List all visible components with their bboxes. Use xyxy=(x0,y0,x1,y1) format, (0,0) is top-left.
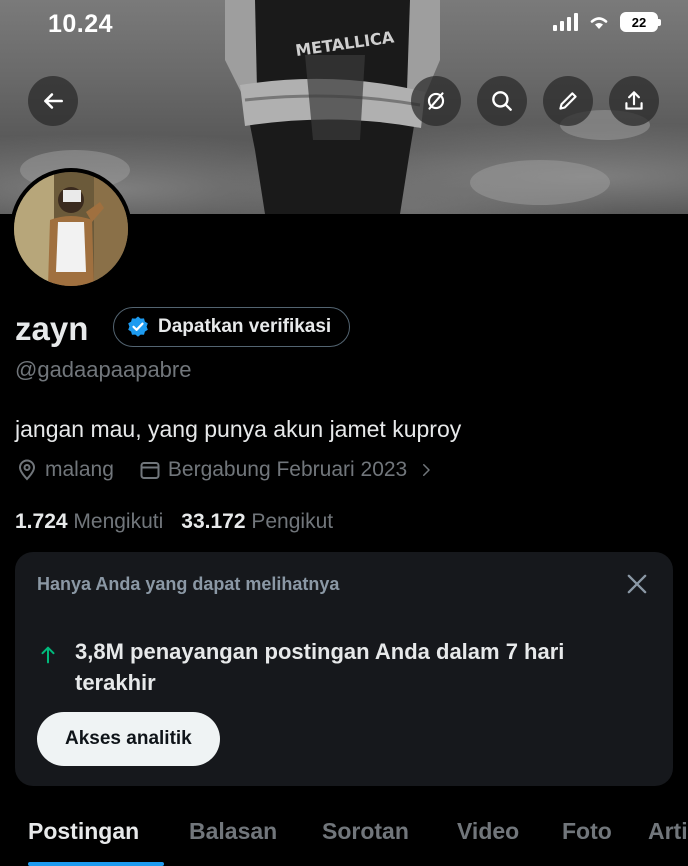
analytics-card: Hanya Anda yang dapat melihatnya 3,8M pe… xyxy=(15,552,673,786)
tab-photos[interactable]: Foto xyxy=(562,818,612,845)
verified-badge-icon xyxy=(128,316,148,337)
joined-item[interactable]: Bergabung Februari 2023 xyxy=(138,458,435,482)
hide-icon xyxy=(427,92,445,110)
status-bar: 10.24 22 xyxy=(0,0,688,50)
location-label: malang xyxy=(45,458,114,481)
chevron-right-icon xyxy=(423,464,430,476)
tab-highlights[interactable]: Sorotan xyxy=(322,818,409,845)
banner-rock xyxy=(470,160,610,205)
profile-handle: @gadaapaapabre xyxy=(15,357,192,382)
search-button[interactable] xyxy=(477,76,527,126)
edit-button[interactable] xyxy=(543,76,593,126)
avatar[interactable] xyxy=(10,168,132,290)
profile-meta: malang Bergabung Februari 2023 xyxy=(15,458,435,482)
get-verified-label: Dapatkan verifikasi xyxy=(158,316,332,337)
following-count: 1.724 xyxy=(15,510,68,533)
following-link[interactable]: 1.724 Mengikuti xyxy=(15,510,163,534)
followers-link[interactable]: 33.172 Pengikut xyxy=(181,510,333,534)
tab-posts[interactable]: Postingan xyxy=(28,818,139,845)
avatar-image xyxy=(14,172,128,286)
active-tab-indicator xyxy=(28,862,164,866)
analytics-caption: Hanya Anda yang dapat melihatnya xyxy=(37,574,340,594)
arrow-left-icon xyxy=(44,93,63,109)
followers-label: Pengikut xyxy=(251,510,334,533)
follow-counts: 1.724 Mengikuti 33.172 Pengikut xyxy=(15,510,333,534)
search-icon xyxy=(492,91,512,111)
edit-icon xyxy=(559,92,577,110)
profile-name: zayn xyxy=(15,310,89,347)
arrow-up-icon xyxy=(41,646,55,664)
signal-icon xyxy=(553,13,578,31)
joined-label: Bergabung Februari 2023 xyxy=(167,458,408,481)
followers-count: 33.172 xyxy=(181,510,246,533)
hide-button[interactable] xyxy=(411,76,461,126)
share-icon xyxy=(625,91,643,110)
wifi-icon xyxy=(590,17,608,29)
tab-articles[interactable]: Artikel xyxy=(648,818,688,845)
analytics-stat-text: 3,8M penayangan postingan Anda dalam 7 h… xyxy=(75,639,565,695)
get-verified-button[interactable]: Dapatkan verifikasi xyxy=(113,307,351,347)
tab-replies[interactable]: Balasan xyxy=(189,818,277,845)
tab-video[interactable]: Video xyxy=(457,818,519,845)
following-label: Mengikuti xyxy=(73,510,164,533)
back-button[interactable] xyxy=(28,76,78,126)
battery-icon: 22 xyxy=(620,12,661,32)
calendar-icon xyxy=(140,462,160,479)
share-button[interactable] xyxy=(609,76,659,126)
location-pin-icon xyxy=(18,459,36,481)
close-icon[interactable] xyxy=(623,570,651,598)
access-analytics-button[interactable]: Akses analitik xyxy=(37,712,220,766)
profile-bio: jangan mau, yang punya akun jamet kuproy xyxy=(15,416,462,442)
location-item: malang xyxy=(15,458,114,482)
analytics-stat: 3,8M penayangan postingan Anda dalam 7 h… xyxy=(37,636,595,698)
status-time: 10.24 xyxy=(48,10,114,38)
profile-tabs: Postingan Balasan Sorotan Video Foto Art… xyxy=(0,800,688,866)
